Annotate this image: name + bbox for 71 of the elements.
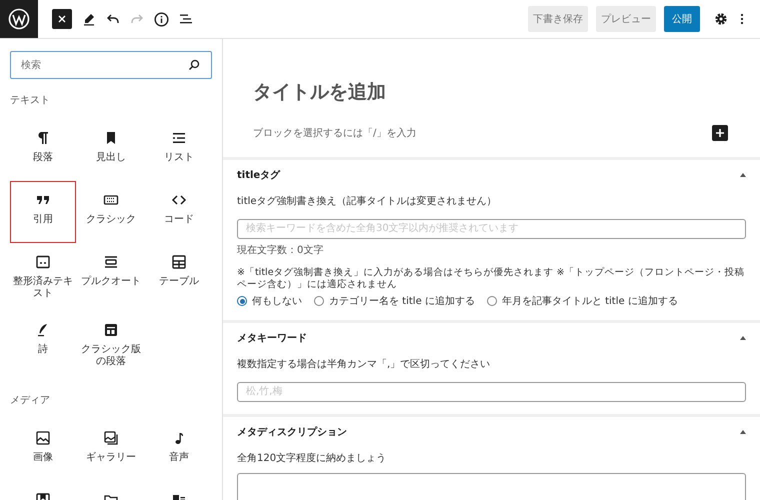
block-label: 整形済みテキスト bbox=[12, 276, 74, 300]
info-icon[interactable] bbox=[154, 12, 169, 26]
block-label: クラシック bbox=[86, 214, 136, 226]
block-label: 詩 bbox=[38, 344, 48, 356]
preview-button[interactable]: プレビュー bbox=[596, 6, 656, 32]
block-item[interactable]: ギャラリー bbox=[78, 419, 144, 481]
block-item[interactable]: 音声 bbox=[146, 419, 212, 481]
note-text: ※「titleタグ強制書き換え」に入力がある場合はそちらが優先されます ※「トップページ（フロントページ・投稿ページ含む）」には適応されません bbox=[237, 266, 746, 292]
block-item[interactable]: クラシック版の段落 bbox=[78, 311, 144, 379]
block-item[interactable]: プルクオート bbox=[78, 243, 144, 305]
block-item[interactable]: 見出し bbox=[78, 119, 144, 181]
input-field[interactable]: 松,竹,梅 bbox=[237, 382, 746, 402]
block-label: 段落 bbox=[33, 152, 53, 164]
close-button[interactable] bbox=[52, 9, 72, 29]
section-title: メタキーワード bbox=[237, 332, 307, 346]
section-title: titleタグ bbox=[237, 169, 280, 182]
block-item[interactable]: 段落 bbox=[10, 119, 76, 181]
settings-icon[interactable] bbox=[714, 12, 728, 26]
block-item[interactable]: テーブル bbox=[146, 243, 212, 305]
block-item[interactable]: クラシック bbox=[78, 181, 144, 243]
field-label: 複数指定する場合は半角カンマ「,」で区切ってください bbox=[237, 358, 492, 372]
preformatted-icon bbox=[35, 254, 51, 270]
collapse-icon[interactable] bbox=[740, 336, 746, 340]
plus-icon bbox=[715, 128, 725, 138]
add-block-button[interactable] bbox=[712, 125, 728, 141]
block-label: 音声 bbox=[169, 452, 189, 464]
block-label: ギャラリー bbox=[86, 452, 136, 464]
close-icon bbox=[58, 15, 66, 23]
search-field[interactable]: 検索 bbox=[10, 51, 212, 79]
category-label: テキスト bbox=[10, 94, 51, 107]
pullquote-icon bbox=[103, 254, 119, 270]
block-label: テーブル bbox=[159, 276, 199, 288]
block-item[interactable]: 詩 bbox=[10, 311, 76, 373]
list-view-icon[interactable] bbox=[179, 12, 193, 26]
radio-option[interactable]: カテゴリー名を title に追加する bbox=[314, 294, 475, 308]
block-item[interactable]: リスト bbox=[146, 119, 212, 181]
block-item[interactable]: コード bbox=[146, 181, 212, 243]
block-item[interactable]: 画像 bbox=[10, 419, 76, 481]
block-hint: ブロックを選択するには「/」を入力 bbox=[253, 126, 416, 140]
block-label: 引用 bbox=[33, 214, 53, 226]
category-label: メディア bbox=[10, 394, 51, 407]
image-icon bbox=[35, 430, 51, 446]
block-label: プルクオート bbox=[81, 276, 141, 288]
more-icon[interactable] bbox=[740, 13, 744, 25]
block-label: コード bbox=[164, 214, 194, 226]
block-label: リスト bbox=[164, 152, 194, 164]
char-count: 現在文字数：0文字 bbox=[237, 244, 324, 256]
logo-icon[interactable] bbox=[0, 0, 38, 38]
block-item[interactable]: 整形済みテキスト bbox=[10, 243, 76, 311]
collapse-icon[interactable] bbox=[740, 173, 746, 177]
table-icon bbox=[171, 254, 187, 270]
block-label: 画像 bbox=[33, 452, 53, 464]
radio-option[interactable]: 何もしない bbox=[237, 294, 302, 308]
radio-option[interactable]: 年月を記事タイトルと title に追加する bbox=[486, 294, 678, 308]
section-title: メタディスクリプション bbox=[237, 425, 347, 439]
field-label: 全角120文字程度に納めましょう bbox=[237, 452, 388, 465]
undo-icon[interactable] bbox=[106, 12, 120, 26]
list-icon bbox=[171, 130, 187, 146]
block-item[interactable]: 引用 bbox=[10, 181, 76, 243]
publish-button[interactable]: 公開 bbox=[664, 6, 700, 32]
title-field[interactable]: タイトルを追加 bbox=[253, 79, 730, 105]
input-field[interactable]: 検索キーワードを含めた全角30文字以内が推奨されています bbox=[237, 218, 746, 238]
search-icon bbox=[188, 59, 200, 71]
block-label: クラシック版の段落 bbox=[80, 344, 142, 368]
pencil-icon[interactable] bbox=[82, 12, 96, 26]
block-label: 見出し bbox=[96, 152, 126, 164]
save-draft-button[interactable]: 下書き保存 bbox=[528, 6, 588, 32]
field-label: titleタグ強制書き換え（記事タイトルは変更されません） bbox=[237, 194, 498, 208]
classic-paragraph-icon bbox=[103, 322, 119, 338]
gallery-icon bbox=[103, 430, 119, 446]
collapse-icon[interactable] bbox=[740, 430, 746, 434]
